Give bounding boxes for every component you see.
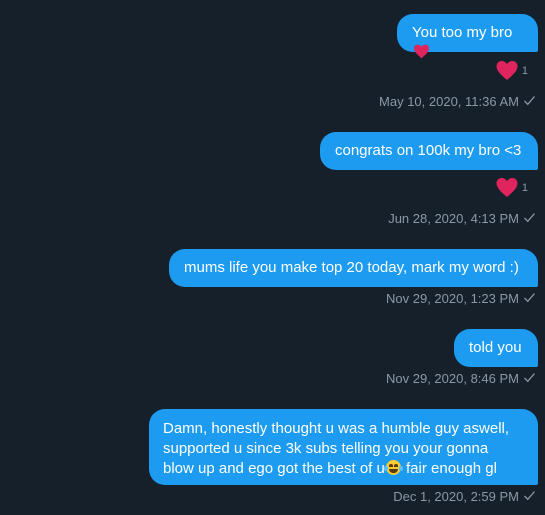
reaction-count: 1 bbox=[521, 65, 528, 77]
message-text: blow up and ego got the best of u bbox=[163, 460, 385, 477]
message-bubble[interactable]: mums life you make top 20 today, mark my… bbox=[169, 249, 538, 287]
message-line-3: blow up and ego got the best of u fair e… bbox=[163, 459, 524, 479]
checkmark-icon bbox=[523, 211, 536, 228]
message-timestamp: Nov 29, 2020, 8:46 PM bbox=[386, 371, 519, 386]
message-text: mums life you make top 20 today, mark my… bbox=[184, 259, 519, 276]
message-meta: Dec 1, 2020, 2:59 PM bbox=[393, 489, 536, 505]
message-bubble[interactable]: congrats on 100k my bro <3 bbox=[320, 132, 538, 170]
message-meta: Nov 29, 2020, 1:23 PM bbox=[386, 291, 536, 307]
heart-emoji-icon bbox=[413, 44, 430, 65]
message-line: supported u since 3k subs telling you yo… bbox=[163, 440, 489, 457]
message-line: Damn, honestly thought u was a humble gu… bbox=[163, 420, 510, 437]
message-bubble[interactable]: Damn, honestly thought u was a humble gu… bbox=[149, 409, 538, 485]
message-meta: Nov 29, 2020, 8:46 PM bbox=[386, 371, 536, 387]
message-timestamp: Nov 29, 2020, 1:23 PM bbox=[386, 291, 519, 306]
reaction-pill[interactable]: 1 bbox=[495, 177, 528, 197]
message-bubble[interactable]: You too my bro bbox=[397, 14, 538, 59]
message-text: You too my bro bbox=[412, 24, 513, 41]
message-bubble[interactable]: told you bbox=[454, 329, 538, 367]
message-meta: May 10, 2020, 11:36 AM bbox=[379, 94, 536, 110]
checkmark-icon bbox=[523, 94, 536, 111]
reaction-pill[interactable]: 1 bbox=[495, 60, 528, 80]
message-text: fair enough gl bbox=[401, 460, 497, 477]
red-heart-icon bbox=[495, 60, 519, 81]
message-meta: Jun 28, 2020, 4:13 PM bbox=[388, 211, 536, 227]
message-timestamp: Dec 1, 2020, 2:59 PM bbox=[393, 489, 519, 504]
checkmark-icon bbox=[523, 489, 536, 506]
dm-thread: You too my bro 1 May 10, 2020, 11:36 AM … bbox=[0, 0, 545, 515]
message-text: told you bbox=[469, 339, 522, 356]
checkmark-icon bbox=[523, 371, 536, 388]
message-timestamp: Jun 28, 2020, 4:13 PM bbox=[388, 211, 519, 226]
tears-of-joy-emoji-icon bbox=[383, 460, 403, 475]
message-timestamp: May 10, 2020, 11:36 AM bbox=[379, 94, 519, 109]
checkmark-icon bbox=[523, 291, 536, 308]
reaction-count: 1 bbox=[521, 182, 528, 194]
message-text: congrats on 100k my bro <3 bbox=[335, 142, 522, 159]
red-heart-icon bbox=[495, 177, 519, 198]
